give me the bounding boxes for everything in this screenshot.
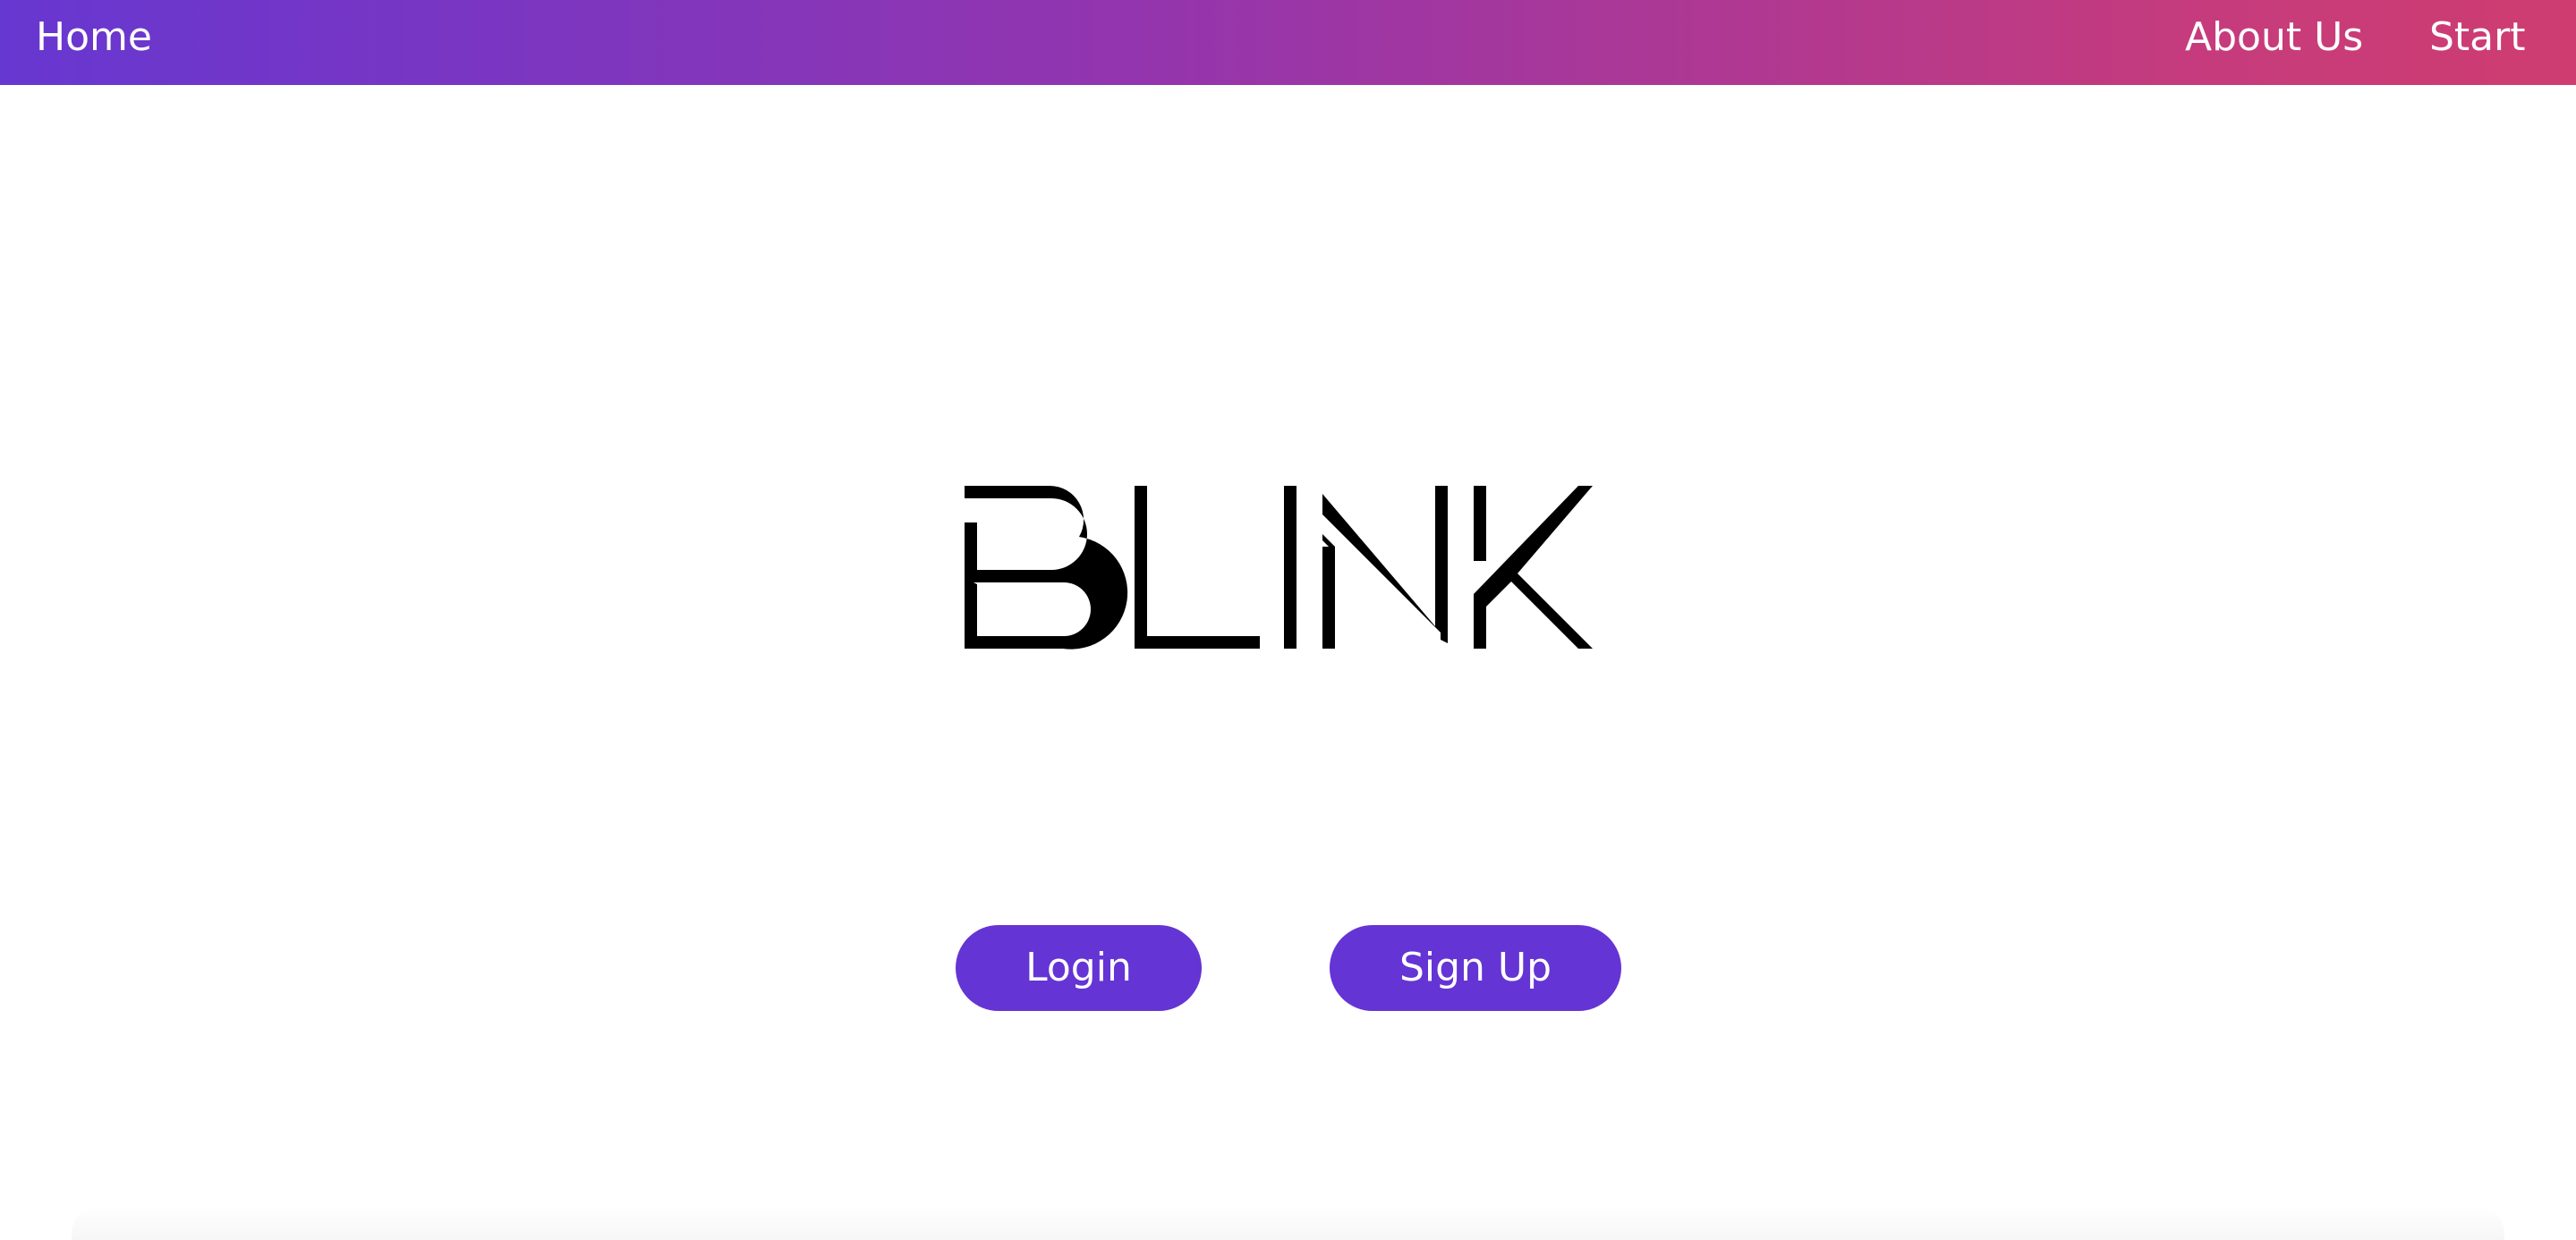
nav-about-us-link[interactable]: About Us xyxy=(2185,0,2363,75)
top-navbar: Home About Us Start xyxy=(0,0,2576,85)
bottom-section-edge xyxy=(72,1206,2504,1240)
landing-page: Home About Us Start Login Sign Up xyxy=(0,0,2576,1240)
nav-start-link[interactable]: Start xyxy=(2429,0,2526,75)
blink-logo xyxy=(965,485,1593,650)
login-button[interactable]: Login xyxy=(956,925,1202,1011)
sign-up-button[interactable]: Sign Up xyxy=(1330,925,1621,1011)
nav-home-link[interactable]: Home xyxy=(36,0,152,75)
